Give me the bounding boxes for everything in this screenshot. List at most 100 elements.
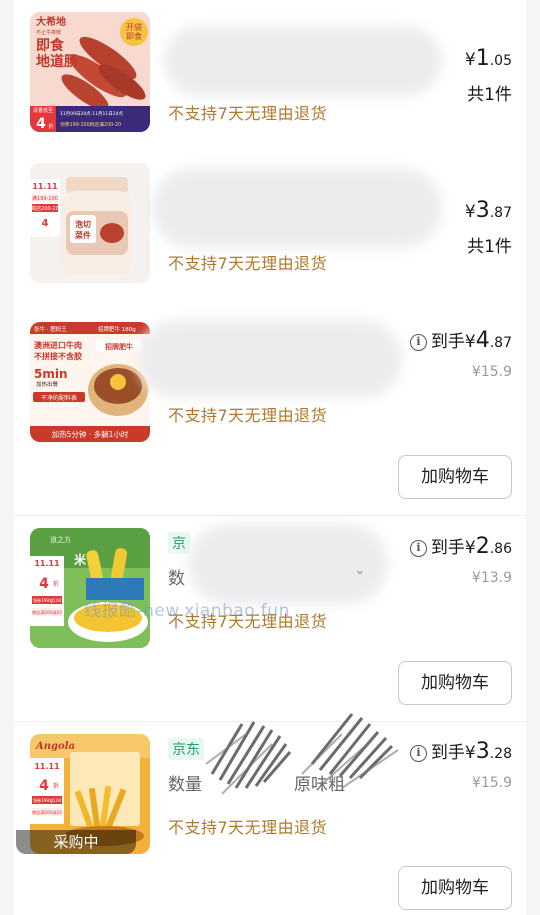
quantity-text: 共1件 [467, 85, 512, 105]
label-text: 招牌肥牛 [105, 342, 133, 351]
sausage-product-image: 开袋 即食 大希地 不止牛排鲜 即食 地道肠 清香低至 4 折 11月09日20… [30, 12, 150, 132]
quantity-label: 数量 [168, 775, 202, 795]
info-icon[interactable]: i [409, 540, 427, 557]
event-text: 11.11 [34, 559, 60, 568]
product-image[interactable]: 泡切 菜件 11.11 满199-100 跨店200-20 4 [30, 163, 150, 283]
deal-1: 满199-100 [32, 195, 58, 202]
price: i 到手¥2.86 [409, 533, 512, 559]
feature-text: 干净的配料表 [41, 394, 77, 402]
bottom-banner: 加热5分钟 · 多躺1小时 [52, 429, 129, 439]
deal-1: 领券199减100 [33, 797, 62, 804]
promo-unit: 折 [53, 782, 59, 790]
left-gutter [0, 0, 14, 915]
event-text: 11.11 [32, 182, 58, 191]
badge-text-1: 开袋 [126, 22, 142, 32]
price-decimal: .86 [489, 541, 512, 557]
deal-1: 领券199减100 [33, 597, 62, 604]
jar-label-2: 菜件 [74, 230, 91, 240]
right-gutter [526, 0, 540, 915]
chevron-down-icon[interactable]: ⌄ [354, 562, 366, 578]
price-integer: 2 [475, 534, 490, 559]
beef-rice-product-image: 张牛 · 肥妈王 招牌肥牛 180g 澳洲进口牛肉 不拼接不含胶 5min 加热… [30, 322, 150, 442]
order-item-list: 开袋 即食 大希地 不止牛排鲜 即食 地道肠 清香低至 4 折 11月09日20… [0, 0, 540, 915]
original-price: ¥15.9 [471, 364, 512, 380]
price-symbol: ¥ [464, 202, 476, 222]
deal-2: 跨店满200减20 [32, 609, 62, 616]
price-decimal: .87 [489, 205, 512, 221]
brand-text: 大希地 [36, 15, 66, 28]
title-line-1: 即食 [36, 37, 65, 54]
brand-text: 道之方 [50, 535, 71, 544]
info-icon[interactable]: i [409, 334, 427, 351]
price-integer: 4 [475, 328, 490, 353]
add-to-cart-button[interactable]: 加购物车 [398, 661, 512, 705]
promo-number: 4 [39, 778, 49, 794]
deal-2: 跨店200-20 [31, 205, 59, 212]
list-item[interactable]: Angola 11.11 4 折 领券199减100 跨店满200减20 京东 … [14, 713, 526, 915]
original-price: ¥13.9 [471, 570, 512, 586]
watermark-text: 线报酷-new.xianbao.fun [84, 601, 290, 621]
purchasing-status-badge: 采购中 [16, 830, 136, 854]
event-text: 11.11 [34, 762, 60, 771]
store-tag: 京 [168, 532, 190, 554]
return-policy-text: 不支持7天无理由退货 [168, 406, 328, 425]
redacted-title [164, 26, 442, 96]
add-to-cart-button[interactable]: 加购物车 [398, 866, 512, 910]
redacted-title [152, 168, 442, 248]
price: ¥1.05 [465, 46, 512, 71]
list-item[interactable]: 张牛 · 肥妈王 招牌肥牛 180g 澳洲进口牛肉 不拼接不含胶 5min 加热… [14, 300, 526, 515]
promo-deal: 领券199-100跨店满200-20 [60, 121, 121, 128]
time-sub: 加热出餐 [36, 380, 59, 388]
price: i 到手¥4.87 [409, 327, 512, 353]
product-image[interactable]: 道之方 11.11 4 折 领券199减100 跨店满200减20 米 [30, 528, 150, 648]
title-line-2: 地道肠 [36, 53, 78, 70]
promo-unit: 折 [53, 580, 59, 588]
promo-tag-text: 清香低至 [33, 107, 53, 114]
price-integer: 3 [475, 198, 490, 223]
brand-text: Angola [35, 741, 75, 752]
pickle-jar-product-image: 泡切 菜件 11.11 满199-100 跨店200-20 4 [30, 163, 150, 283]
time-text: 5min [34, 367, 68, 381]
corn-product-image: 道之方 11.11 4 折 领券199减100 跨店满200减20 米 [30, 528, 150, 648]
promo-unit: 折 [48, 123, 53, 130]
deal-2: 跨店满200减20 [32, 809, 62, 816]
line-2: 不拼接不含胶 [34, 351, 82, 361]
price-symbol: ¥ [464, 332, 476, 352]
header-left: 张牛 · 肥妈王 [34, 325, 67, 333]
line-1: 澳洲进口牛肉 [34, 340, 82, 350]
original-price: ¥15.9 [471, 775, 512, 791]
list-item[interactable]: 泡切 菜件 11.11 满199-100 跨店200-20 4 不支持7天无理由… [14, 150, 526, 300]
jar-label-1: 泡切 [75, 219, 91, 229]
word-text: 米 [74, 552, 87, 567]
product-image[interactable]: 开袋 即食 大希地 不止牛排鲜 即食 地道肠 清香低至 4 折 11月09日20… [30, 12, 150, 132]
list-item[interactable]: 开袋 即食 大希地 不止牛排鲜 即食 地道肠 清香低至 4 折 11月09日20… [14, 0, 526, 150]
promo-number: 4 [36, 116, 46, 132]
promo-date: 11月09日20点-11月11日24点 [60, 111, 123, 117]
price: ¥3.87 [465, 198, 512, 223]
header-right: 招牌肥牛 180g [98, 325, 136, 333]
promo-number: 4 [42, 218, 49, 229]
brand-sub-text: 不止牛排鲜 [36, 29, 61, 36]
price-symbol: ¥ [464, 743, 476, 763]
price-integer: 1 [475, 46, 490, 71]
info-icon[interactable]: i [409, 745, 427, 762]
quantity-label: 数 [168, 569, 185, 589]
return-policy-text: 不支持7天无理由退货 [168, 104, 328, 123]
add-to-cart-button[interactable]: 加购物车 [398, 455, 512, 499]
price-prefix: 到手 [430, 538, 465, 558]
price-decimal: .28 [489, 746, 512, 762]
return-policy-text: 不支持7天无理由退货 [168, 818, 328, 837]
price-decimal: .05 [489, 53, 512, 69]
badge-text-2: 即食 [126, 31, 142, 41]
redaction-scribble [205, 713, 399, 795]
product-image[interactable]: 张牛 · 肥妈王 招牌肥牛 180g 澳洲进口牛肉 不拼接不含胶 5min 加热… [30, 322, 150, 442]
price-prefix: 到手 [430, 743, 465, 763]
store-tag: 京东 [168, 738, 204, 760]
price-symbol: ¥ [464, 538, 476, 558]
price-prefix: 到手 [430, 332, 465, 352]
price-decimal: .87 [489, 335, 512, 351]
return-policy-text: 不支持7天无理由退货 [168, 254, 328, 273]
price-symbol: ¥ [464, 50, 476, 70]
price: i 到手¥3.28 [409, 738, 512, 764]
price-integer: 3 [475, 739, 490, 764]
